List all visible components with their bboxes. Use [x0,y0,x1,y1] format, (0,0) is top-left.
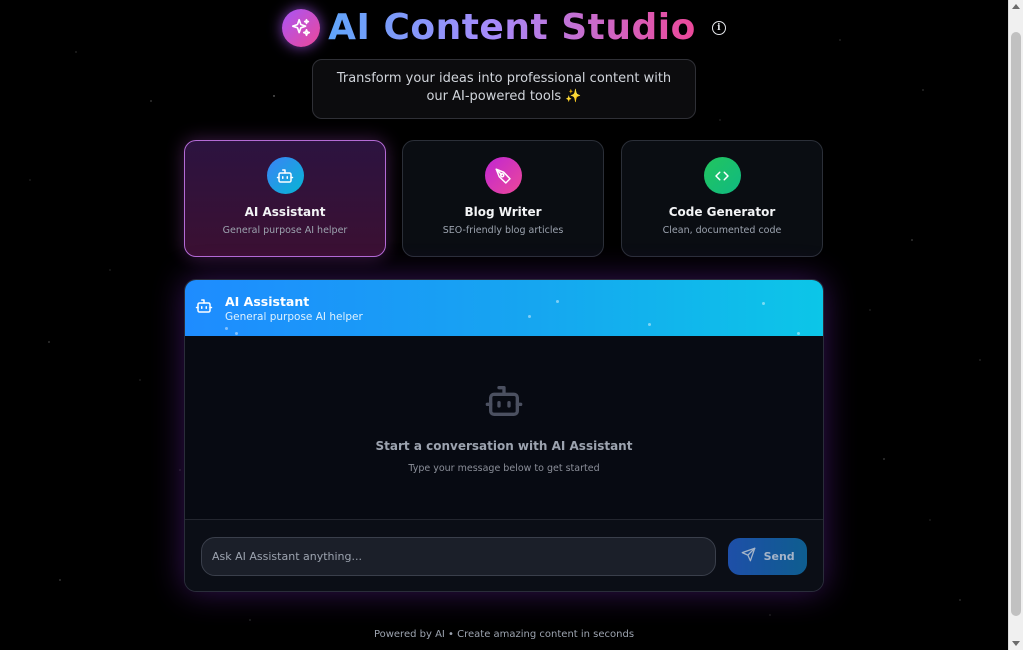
empty-state-title: Start a conversation with AI Assistant [375,439,633,453]
chat-header: AI Assistant General purpose AI helper [185,280,823,336]
footer-text: Powered by AI • Create amazing content i… [373,629,635,640]
send-label: Send [763,549,795,563]
tool-title: AI Assistant [244,205,326,219]
tool-card-code-generator[interactable]: Code Generator Clean, documented code [621,140,823,257]
scroll-down-arrow-icon[interactable] [1012,641,1020,646]
app-header: AI Content Studio i [0,6,1008,50]
chat-panel: AI Assistant General purpose AI helper S… [184,279,824,592]
tool-description: Clean, documented code [662,225,782,236]
chat-title: AI Assistant [225,293,310,309]
scrollbar-thumb[interactable] [1011,32,1021,616]
chat-subtitle: General purpose AI helper [225,310,363,323]
message-input[interactable] [201,536,717,576]
tool-title: Blog Writer [464,205,542,219]
send-icon [741,547,756,565]
info-icon[interactable]: i [711,21,726,35]
robot-icon [266,157,304,194]
robot-icon [484,381,524,425]
page-title: AI Content Studio [328,7,696,48]
tool-card-ai-assistant[interactable]: AI Assistant General purpose AI helper [184,140,386,257]
robot-icon [195,297,213,319]
page-subtitle: Transform your ideas into professional c… [312,59,696,119]
tool-card-blog-writer[interactable]: Blog Writer SEO-friendly blog articles [402,140,604,257]
send-button[interactable]: Send [728,537,807,575]
chat-messages-area: Start a conversation with AI Assistant T… [185,336,823,520]
code-icon [703,157,741,194]
tool-description: General purpose AI helper [222,225,348,236]
sparkles-logo-icon [282,9,321,47]
page-scrollbar[interactable] [1008,0,1023,650]
scroll-up-arrow-icon[interactable] [1012,4,1020,9]
tool-description: SEO-friendly blog articles [442,225,564,236]
chat-input-bar: Send [185,520,823,591]
tool-title: Code Generator [668,205,776,219]
empty-state-subtitle: Type your message below to get started [408,463,600,474]
pen-tool-icon [484,157,522,194]
